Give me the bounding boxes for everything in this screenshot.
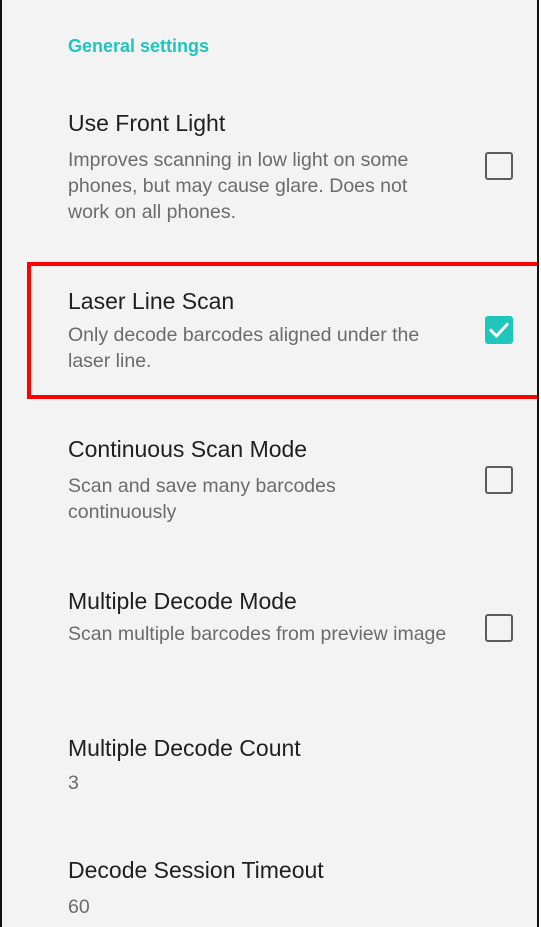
section-header-general: General settings [68,36,210,56]
check-icon [488,322,510,339]
front-light-checkbox[interactable] [485,152,513,180]
laser-line-scan-checkbox[interactable] [485,316,513,344]
settings-screen: General settings Use Front Light Improve… [0,0,539,927]
pref-summary: Improves scanning in low light on some p… [68,149,409,223]
pref-title: Laser Line Scan [68,288,235,314]
pref-title: Decode Session Timeout [68,857,324,883]
pref-title: Multiple Decode Count [68,735,301,761]
pref-summary: Only decode barcodes aligned under the l… [68,324,420,372]
pref-value: 3 [68,772,79,794]
pref-summary: Scan and save many barcodes continuously [68,475,336,523]
pref-title: Use Front Light [68,110,226,136]
pref-value: 60 [68,896,90,918]
continuous-scan-checkbox[interactable] [485,466,513,494]
multiple-decode-checkbox[interactable] [485,614,513,642]
pref-title: Continuous Scan Mode [68,436,308,462]
pref-title: Multiple Decode Mode [68,588,297,614]
pref-summary: Scan multiple barcodes from preview imag… [68,623,447,645]
